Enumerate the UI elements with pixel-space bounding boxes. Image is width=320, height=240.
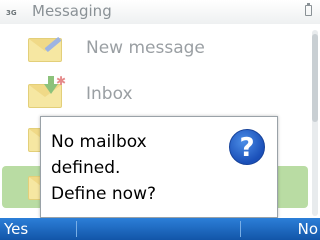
no-softkey[interactable]: No xyxy=(298,220,318,238)
scrollbar[interactable] xyxy=(312,30,318,216)
dialog-message: No mailbox defined. Define now? xyxy=(51,129,221,207)
dialog-message-line2: Define now? xyxy=(51,184,156,204)
list-item-label: Inbox xyxy=(86,84,133,104)
softkey-divider xyxy=(240,221,241,237)
confirmation-dialog: No mailbox defined. Define now? ? xyxy=(40,116,278,218)
battery-icon xyxy=(305,3,312,16)
new-star-icon: ✱ xyxy=(56,74,67,88)
softkey-divider xyxy=(76,221,77,237)
status-bar: 3G Messaging xyxy=(0,0,320,24)
softkey-bar: Yes No xyxy=(0,218,320,240)
network-indicator: 3G xyxy=(6,9,17,17)
yes-softkey[interactable]: Yes xyxy=(4,220,28,238)
app-title: Messaging xyxy=(32,2,112,20)
list-item-label: New message xyxy=(86,38,205,58)
list-item-new-message[interactable]: New message xyxy=(0,28,312,72)
dialog-message-line1: No mailbox defined. xyxy=(51,132,147,178)
question-icon: ? xyxy=(229,129,265,165)
list-item-inbox[interactable]: ✱ Inbox xyxy=(0,74,312,118)
scrollbar-thumb[interactable] xyxy=(312,34,318,122)
